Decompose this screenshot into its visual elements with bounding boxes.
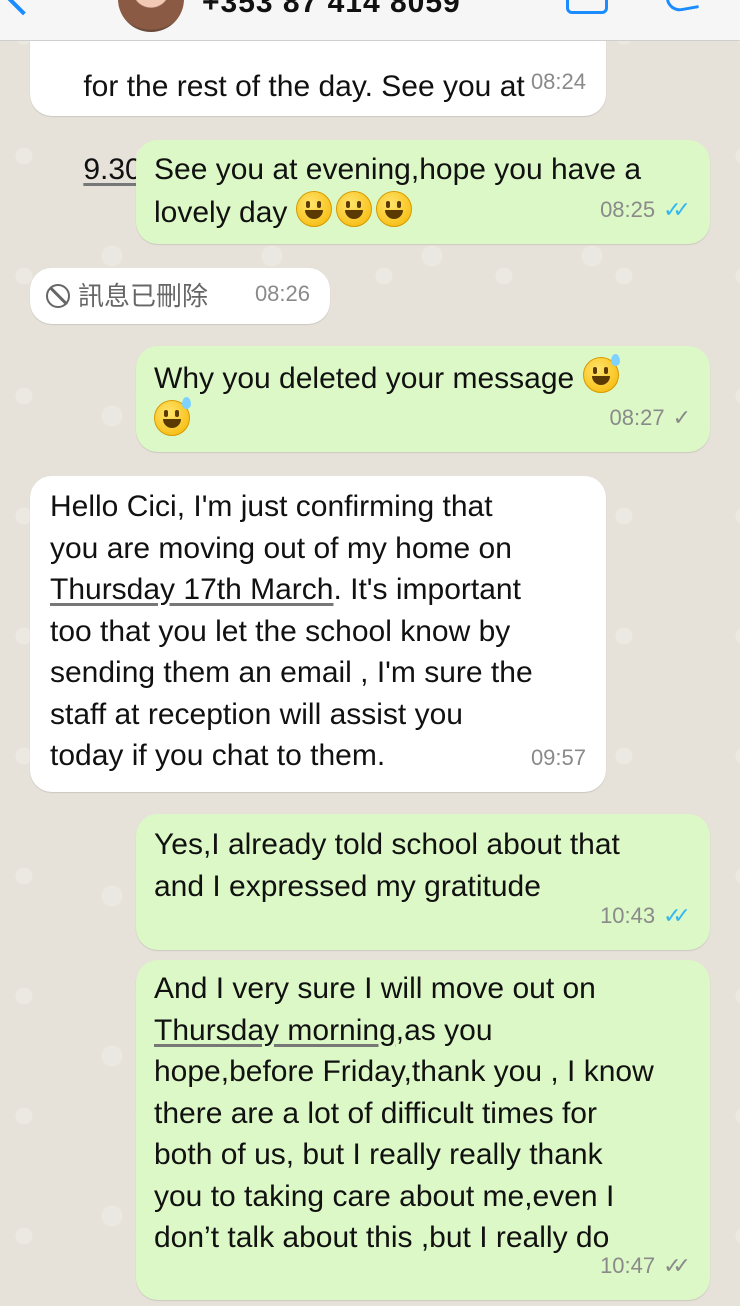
deleted-message-text: 訊息已刪除 xyxy=(78,281,209,311)
grinning-face-emoji xyxy=(335,190,372,227)
message-bubble-outgoing[interactable]: Yes,I already told school about that and… xyxy=(136,814,710,950)
chat-header: +353 87 414 8059 xyxy=(0,0,740,41)
contact-name[interactable]: +353 87 414 8059 xyxy=(202,0,461,20)
message-timestamp: 08:25 xyxy=(600,196,656,222)
message-meta: 10:47 ✓✓ xyxy=(600,1245,691,1287)
double-check-delivered-icon: ✓✓ xyxy=(663,1252,691,1278)
grinning-sweat-emoji xyxy=(582,354,620,393)
message-text: And I very sure I will move out on xyxy=(154,972,596,1005)
message-text: for the rest of the day. See you at xyxy=(83,69,525,103)
prohibited-icon xyxy=(46,284,70,308)
message-text: Why you deleted your message xyxy=(154,362,575,395)
message-meta: 08:27 ✓ xyxy=(609,397,692,439)
message-meta: 09:57 xyxy=(531,737,586,779)
chevron-left-icon[interactable] xyxy=(4,0,42,16)
double-check-read-icon: ✓✓ xyxy=(663,196,691,222)
single-check-sent-icon: ✓ xyxy=(672,404,692,430)
message-timestamp: 08:27 xyxy=(609,404,665,430)
message-timestamp: 09:57 xyxy=(530,744,586,770)
message-bubble-outgoing[interactable]: Why you deleted your message 08:27 ✓ xyxy=(136,346,710,452)
message-date-link[interactable]: Thursday morning xyxy=(154,1014,396,1047)
message-timestamp: 08:26 xyxy=(254,281,310,306)
message-text: ,as you hope,before Friday,thank you , I… xyxy=(154,1013,654,1255)
video-call-icon[interactable] xyxy=(566,0,608,14)
message-text: Hello Cici, I'm just confirming that you… xyxy=(50,490,512,565)
message-timestamp: 10:47 xyxy=(600,1252,656,1278)
phone-call-icon[interactable] xyxy=(664,0,699,14)
double-check-read-icon: ✓✓ xyxy=(663,902,691,928)
message-text: Yes,I already told school about that and… xyxy=(154,828,620,903)
message-bubble-outgoing[interactable]: And I very sure I will move out on Thurs… xyxy=(136,960,710,1300)
message-bubble-incoming[interactable]: Hello Cici, I'm just confirming that you… xyxy=(30,476,606,792)
message-meta: 08:25 ✓✓ xyxy=(600,189,691,231)
grinning-face-emoji xyxy=(295,190,332,227)
message-timestamp: 08:24 xyxy=(530,68,586,94)
avatar[interactable] xyxy=(118,0,184,32)
grinning-sweat-emoji xyxy=(154,396,191,436)
deleted-message-bubble[interactable]: 訊息已刪除 08:26 xyxy=(30,268,330,324)
grinning-face-emoji xyxy=(375,190,412,227)
message-bubble-outgoing[interactable]: See you at evening,hope you have a lovel… xyxy=(136,140,710,244)
message-meta: 08:24 xyxy=(531,61,586,103)
message-date-link[interactable]: Thursday 17th March xyxy=(50,573,333,606)
message-timestamp: 10:43 xyxy=(600,902,656,928)
message-meta: 10:43 ✓✓ xyxy=(600,895,691,937)
